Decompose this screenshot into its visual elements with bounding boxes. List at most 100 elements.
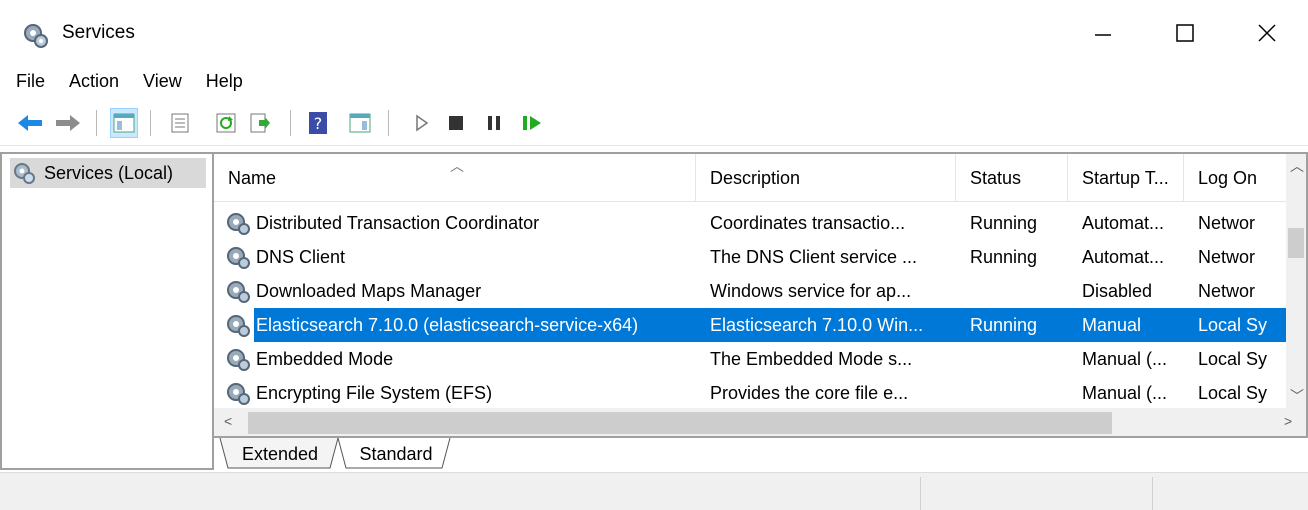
close-button[interactable]: [1244, 10, 1290, 56]
services-gear-icon: [24, 24, 48, 48]
column-header-status[interactable]: Status: [956, 154, 1068, 202]
scroll-right-icon[interactable]: >: [1284, 413, 1292, 429]
service-status: Running: [970, 246, 1038, 267]
service-name: Embedded Mode: [256, 348, 394, 369]
service-startup-type: Automat...: [1082, 212, 1165, 233]
close-icon: [1258, 24, 1276, 42]
svg-text:?: ?: [314, 114, 323, 133]
menu-bar: File Action View Help: [0, 66, 1308, 96]
help-button[interactable]: ?: [304, 108, 332, 138]
back-button[interactable]: [16, 108, 44, 138]
service-gear-icon: [227, 213, 250, 235]
toolbar-separator: [290, 110, 291, 136]
service-row[interactable]: Downloaded Maps Manager Windows service f…: [222, 274, 1286, 308]
service-row[interactable]: DNS Client The DNS Client service ... Runn…: [222, 240, 1286, 274]
service-gear-icon: [227, 315, 250, 337]
properties-icon: [171, 113, 189, 133]
service-log-on-as: Local Sy: [1198, 382, 1268, 403]
scroll-up-icon[interactable]: ︿: [1290, 156, 1304, 176]
maximize-icon: [1176, 24, 1194, 42]
scroll-left-icon[interactable]: <: [224, 413, 232, 429]
horizontal-scroll-thumb[interactable]: [248, 412, 1112, 434]
show-action-pane-button[interactable]: [346, 108, 374, 138]
menu-file[interactable]: File: [16, 71, 45, 92]
export-list-button[interactable]: [246, 108, 274, 138]
services-gear-icon: [14, 163, 35, 184]
service-log-on-as: Networ: [1198, 246, 1256, 267]
services-list-pane: Name ︿ Description Status Startup T... L…: [214, 152, 1308, 438]
service-row[interactable]: Embedded Mode The Embedded Mode s... Manua…: [222, 342, 1286, 376]
service-row[interactable]: Elasticsearch 7.10.0 (elasticsearch-serv…: [222, 308, 1286, 342]
list-header: Name ︿ Description Status Startup T... L…: [214, 154, 1286, 202]
export-icon: [250, 113, 270, 133]
service-description: Elasticsearch 7.10.0 Win...: [696, 308, 956, 342]
play-icon: [416, 114, 429, 132]
console-tree-icon: [113, 113, 135, 133]
refresh-button[interactable]: [212, 108, 240, 138]
service-log-on-as: Networ: [1198, 280, 1256, 301]
service-gear-icon: [227, 281, 250, 303]
window-title: Services: [62, 22, 135, 43]
service-description: The Embedded Mode s...: [710, 348, 913, 369]
tab-extended[interactable]: Extended: [220, 438, 340, 470]
stop-icon: [449, 116, 463, 130]
service-log-on-as: Local Sy: [1198, 348, 1268, 369]
service-log-on-as: Local Sy: [1184, 308, 1286, 342]
minimize-icon: [1095, 34, 1111, 36]
properties-button[interactable]: [166, 108, 194, 138]
toolbar: ?: [0, 100, 1308, 146]
service-name: Elasticsearch 7.10.0 (elasticsearch-serv…: [254, 308, 696, 342]
menu-action[interactable]: Action: [69, 71, 119, 92]
restart-service-button[interactable]: [518, 108, 546, 138]
start-service-button[interactable]: [408, 108, 436, 138]
status-bar: [0, 472, 1308, 510]
action-pane-icon: [349, 113, 371, 133]
toolbar-separator: [150, 110, 151, 136]
service-status: [956, 342, 1068, 376]
service-startup-type: Manual (...: [1082, 382, 1168, 403]
service-gear-icon: [227, 383, 250, 405]
menu-help[interactable]: Help: [206, 71, 243, 92]
toolbar-separator: [96, 110, 97, 136]
help-icon: ?: [309, 112, 327, 134]
service-description: Provides the core file e...: [710, 382, 909, 403]
toolbar-separator: [388, 110, 389, 136]
forward-button[interactable]: [54, 108, 82, 138]
tab-standard[interactable]: Standard: [338, 438, 454, 470]
pause-service-button[interactable]: [480, 108, 508, 138]
service-row[interactable]: Encrypting File System (EFS) Provides the…: [222, 376, 1286, 410]
sort-ascending-icon: ︿: [450, 158, 464, 174]
service-status: [956, 274, 1068, 308]
vertical-scrollbar[interactable]: ︿ ﹀: [1286, 154, 1306, 408]
restart-icon: [523, 116, 541, 130]
service-status: Running: [970, 212, 1038, 233]
menu-view[interactable]: View: [143, 71, 182, 92]
service-description: Windows service for ap...: [710, 280, 912, 301]
maximize-button[interactable]: [1162, 10, 1208, 56]
back-arrow-icon: [18, 115, 42, 131]
forward-arrow-icon: [56, 115, 80, 131]
status-divider: [1152, 477, 1153, 510]
service-name: DNS Client: [256, 246, 346, 267]
scroll-down-icon[interactable]: ﹀: [1290, 386, 1304, 406]
service-status: Running: [956, 308, 1068, 342]
horizontal-scrollbar[interactable]: < >: [214, 408, 1306, 436]
column-header-startup-type[interactable]: Startup T...: [1068, 154, 1184, 202]
service-startup-type: Disabled: [1082, 280, 1153, 301]
column-header-log-on-as[interactable]: Log On: [1184, 154, 1294, 202]
service-startup-type: Manual (...: [1082, 348, 1168, 369]
stop-service-button[interactable]: [442, 108, 470, 138]
service-description: Coordinates transactio...: [710, 212, 906, 233]
service-startup-type: Automat...: [1082, 246, 1165, 267]
column-header-description[interactable]: Description: [696, 154, 956, 202]
vertical-scroll-thumb[interactable]: [1288, 228, 1304, 258]
service-row[interactable]: Distributed Transaction Coordinator Coord…: [222, 206, 1286, 240]
minimize-button[interactable]: [1080, 10, 1126, 56]
tree-item-services-local[interactable]: Services (Local): [10, 158, 206, 188]
service-startup-type: Manual: [1068, 308, 1184, 342]
show-hide-console-tree-button[interactable]: [110, 108, 138, 138]
pause-icon: [488, 116, 500, 130]
service-log-on-as: Networ: [1198, 212, 1256, 233]
title-bar: Services: [0, 0, 1308, 66]
service-name: Distributed Transaction Coordinator: [256, 212, 540, 233]
